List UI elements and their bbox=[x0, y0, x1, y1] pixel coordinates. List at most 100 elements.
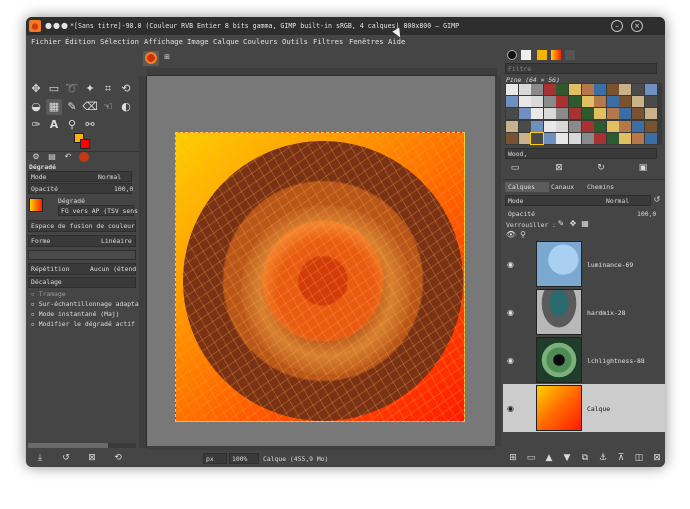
pattern-swatch[interactable] bbox=[594, 132, 607, 144]
layer-row[interactable]: ◉ luminance-69 bbox=[503, 240, 665, 288]
fuzzy-select-tool-icon[interactable]: ✦ bbox=[82, 81, 98, 97]
menu-image[interactable]: Image bbox=[187, 37, 209, 46]
rect-select-tool-icon[interactable]: ▭ bbox=[46, 81, 62, 97]
delete-layer-icon[interactable]: ⊠ bbox=[651, 453, 663, 463]
menu-outils[interactable]: Outils bbox=[282, 37, 308, 46]
checkbox[interactable]: ▫ bbox=[31, 300, 39, 308]
menu-filtres[interactable]: Filtres bbox=[313, 37, 343, 46]
pattern-as-image-icon[interactable]: ▣ bbox=[637, 163, 649, 173]
layer-group-icon[interactable]: ▭ bbox=[525, 453, 537, 463]
pattern-swatch[interactable] bbox=[594, 84, 607, 95]
save-options-icon[interactable]: ⤓ bbox=[34, 453, 46, 463]
pattern-swatch[interactable] bbox=[531, 120, 544, 132]
pattern-swatch[interactable] bbox=[644, 120, 657, 132]
vertical-scrollbar[interactable] bbox=[495, 76, 501, 446]
fonts-tab-icon[interactable] bbox=[537, 50, 547, 60]
pattern-swatch[interactable] bbox=[556, 132, 569, 144]
dodge-tool-icon[interactable]: ◐ bbox=[118, 99, 134, 115]
pattern-swatch[interactable] bbox=[619, 108, 632, 120]
pattern-swatch[interactable] bbox=[632, 132, 644, 144]
menu-couleurs[interactable]: Couleurs bbox=[243, 37, 278, 46]
layer-mode-select[interactable] bbox=[505, 195, 651, 206]
pattern-swatch[interactable] bbox=[569, 108, 581, 120]
pattern-swatch[interactable] bbox=[581, 132, 594, 144]
menu-fichier[interactable]: Fichier bbox=[31, 37, 61, 46]
pattern-swatch[interactable] bbox=[619, 120, 632, 132]
paths-tool-icon[interactable]: ✑ bbox=[28, 117, 44, 133]
anchor-layer-icon[interactable]: ⚓ bbox=[597, 453, 609, 463]
new-layer-icon[interactable]: ⊞ bbox=[507, 453, 519, 463]
merge-layer-icon[interactable]: ⊼ bbox=[615, 453, 627, 463]
pattern-grid[interactable] bbox=[505, 83, 657, 145]
restore-options-icon[interactable]: ↺ bbox=[60, 453, 72, 463]
patterns-tab-icon[interactable] bbox=[521, 50, 531, 60]
tab-chemins-label[interactable]: Chemins bbox=[587, 183, 614, 191]
reset-options-icon[interactable]: ⟲ bbox=[112, 453, 124, 463]
canvas-viewport[interactable] bbox=[147, 76, 495, 446]
pattern-swatch[interactable] bbox=[619, 132, 632, 144]
pattern-swatch[interactable] bbox=[581, 108, 594, 120]
pattern-swatch[interactable] bbox=[506, 120, 518, 132]
edit-pattern-icon[interactable]: ▭ bbox=[509, 163, 521, 173]
pattern-swatch[interactable] bbox=[644, 84, 657, 95]
pattern-swatch[interactable] bbox=[569, 132, 581, 144]
pattern-swatch[interactable] bbox=[606, 84, 619, 95]
image-tab[interactable] bbox=[143, 51, 159, 66]
option-dithering[interactable]: ▫ Tramage bbox=[31, 290, 66, 298]
background-color-swatch[interactable] bbox=[80, 139, 90, 149]
pattern-swatch[interactable] bbox=[518, 108, 531, 120]
metric-field[interactable] bbox=[28, 250, 136, 260]
pattern-swatch[interactable] bbox=[543, 120, 556, 132]
pattern-swatch[interactable] bbox=[556, 84, 569, 95]
pattern-swatch[interactable] bbox=[543, 108, 556, 120]
pattern-swatch[interactable] bbox=[644, 96, 657, 108]
pattern-swatch[interactable] bbox=[506, 96, 518, 108]
window-controls-dots[interactable]: ●●● bbox=[45, 21, 69, 30]
refresh-patterns-icon[interactable]: ↻ bbox=[595, 163, 607, 173]
checkbox[interactable]: ▫ bbox=[31, 310, 39, 318]
pattern-swatch[interactable] bbox=[594, 120, 607, 132]
layer-mode-reset-icon[interactable]: ↺ bbox=[651, 195, 663, 204]
pattern-swatch[interactable] bbox=[531, 108, 544, 120]
pattern-swatch[interactable] bbox=[619, 84, 632, 95]
move-tool-icon[interactable]: ✥ bbox=[28, 81, 44, 97]
pattern-swatch[interactable] bbox=[632, 96, 644, 108]
pattern-swatch[interactable] bbox=[556, 108, 569, 120]
close-button[interactable]: × bbox=[631, 20, 643, 32]
checkbox[interactable]: ▫ bbox=[31, 290, 39, 298]
layer-visibility-icon[interactable]: ◉ bbox=[507, 356, 514, 365]
smudge-tool-icon[interactable]: ☜ bbox=[100, 99, 116, 115]
pattern-scrollbar[interactable] bbox=[657, 83, 662, 145]
menu-selection[interactable]: Sélection bbox=[100, 37, 139, 46]
option-adaptive-supersampling[interactable]: ▫ Sur-échantillonnage adaptat bbox=[31, 300, 143, 308]
images-tab-icon[interactable] bbox=[79, 152, 89, 162]
menu-calque[interactable]: Calque bbox=[213, 37, 239, 46]
pattern-swatch[interactable] bbox=[594, 96, 607, 108]
lock-alpha-icon[interactable]: ▦ bbox=[579, 219, 591, 228]
pattern-swatch[interactable] bbox=[506, 132, 518, 144]
layer-visibility-icon[interactable]: ◉ bbox=[507, 260, 514, 269]
paintbrush-tool-icon[interactable]: ✎ bbox=[64, 99, 80, 115]
gradient-tool-icon[interactable]: ▦ bbox=[46, 99, 62, 115]
palettes-tab-icon[interactable] bbox=[565, 50, 575, 60]
pattern-swatch[interactable] bbox=[569, 96, 581, 108]
layer-row[interactable]: ◉ hardmix-28 bbox=[503, 288, 665, 336]
transform-tool-icon[interactable]: ⟲ bbox=[118, 81, 134, 97]
raise-layer-icon[interactable]: ▲ bbox=[543, 453, 555, 463]
pattern-swatch[interactable] bbox=[594, 108, 607, 120]
pattern-swatch[interactable] bbox=[518, 96, 531, 108]
layer-visibility-icon[interactable]: ◉ bbox=[507, 404, 514, 413]
layer-visibility-icon[interactable]: ◉ bbox=[507, 308, 514, 317]
option-instant-mode[interactable]: ▫ Mode instantané (Maj) bbox=[31, 310, 120, 318]
minimize-button[interactable]: – bbox=[611, 20, 623, 32]
pattern-swatch[interactable] bbox=[518, 120, 531, 132]
gradients-tab-icon[interactable] bbox=[551, 50, 561, 60]
menu-edition[interactable]: Édition bbox=[65, 37, 95, 46]
checkbox[interactable]: ▫ bbox=[31, 320, 39, 328]
pattern-swatch[interactable] bbox=[518, 132, 531, 144]
duplicate-pattern-icon[interactable]: ⊠ bbox=[553, 163, 565, 173]
image-tab-close-icon[interactable]: ⊞ bbox=[161, 53, 173, 61]
lasso-tool-icon[interactable]: ➰ bbox=[64, 81, 80, 97]
text-tool-icon[interactable]: A bbox=[46, 117, 62, 133]
mask-layer-icon[interactable]: ◫ bbox=[633, 453, 645, 463]
